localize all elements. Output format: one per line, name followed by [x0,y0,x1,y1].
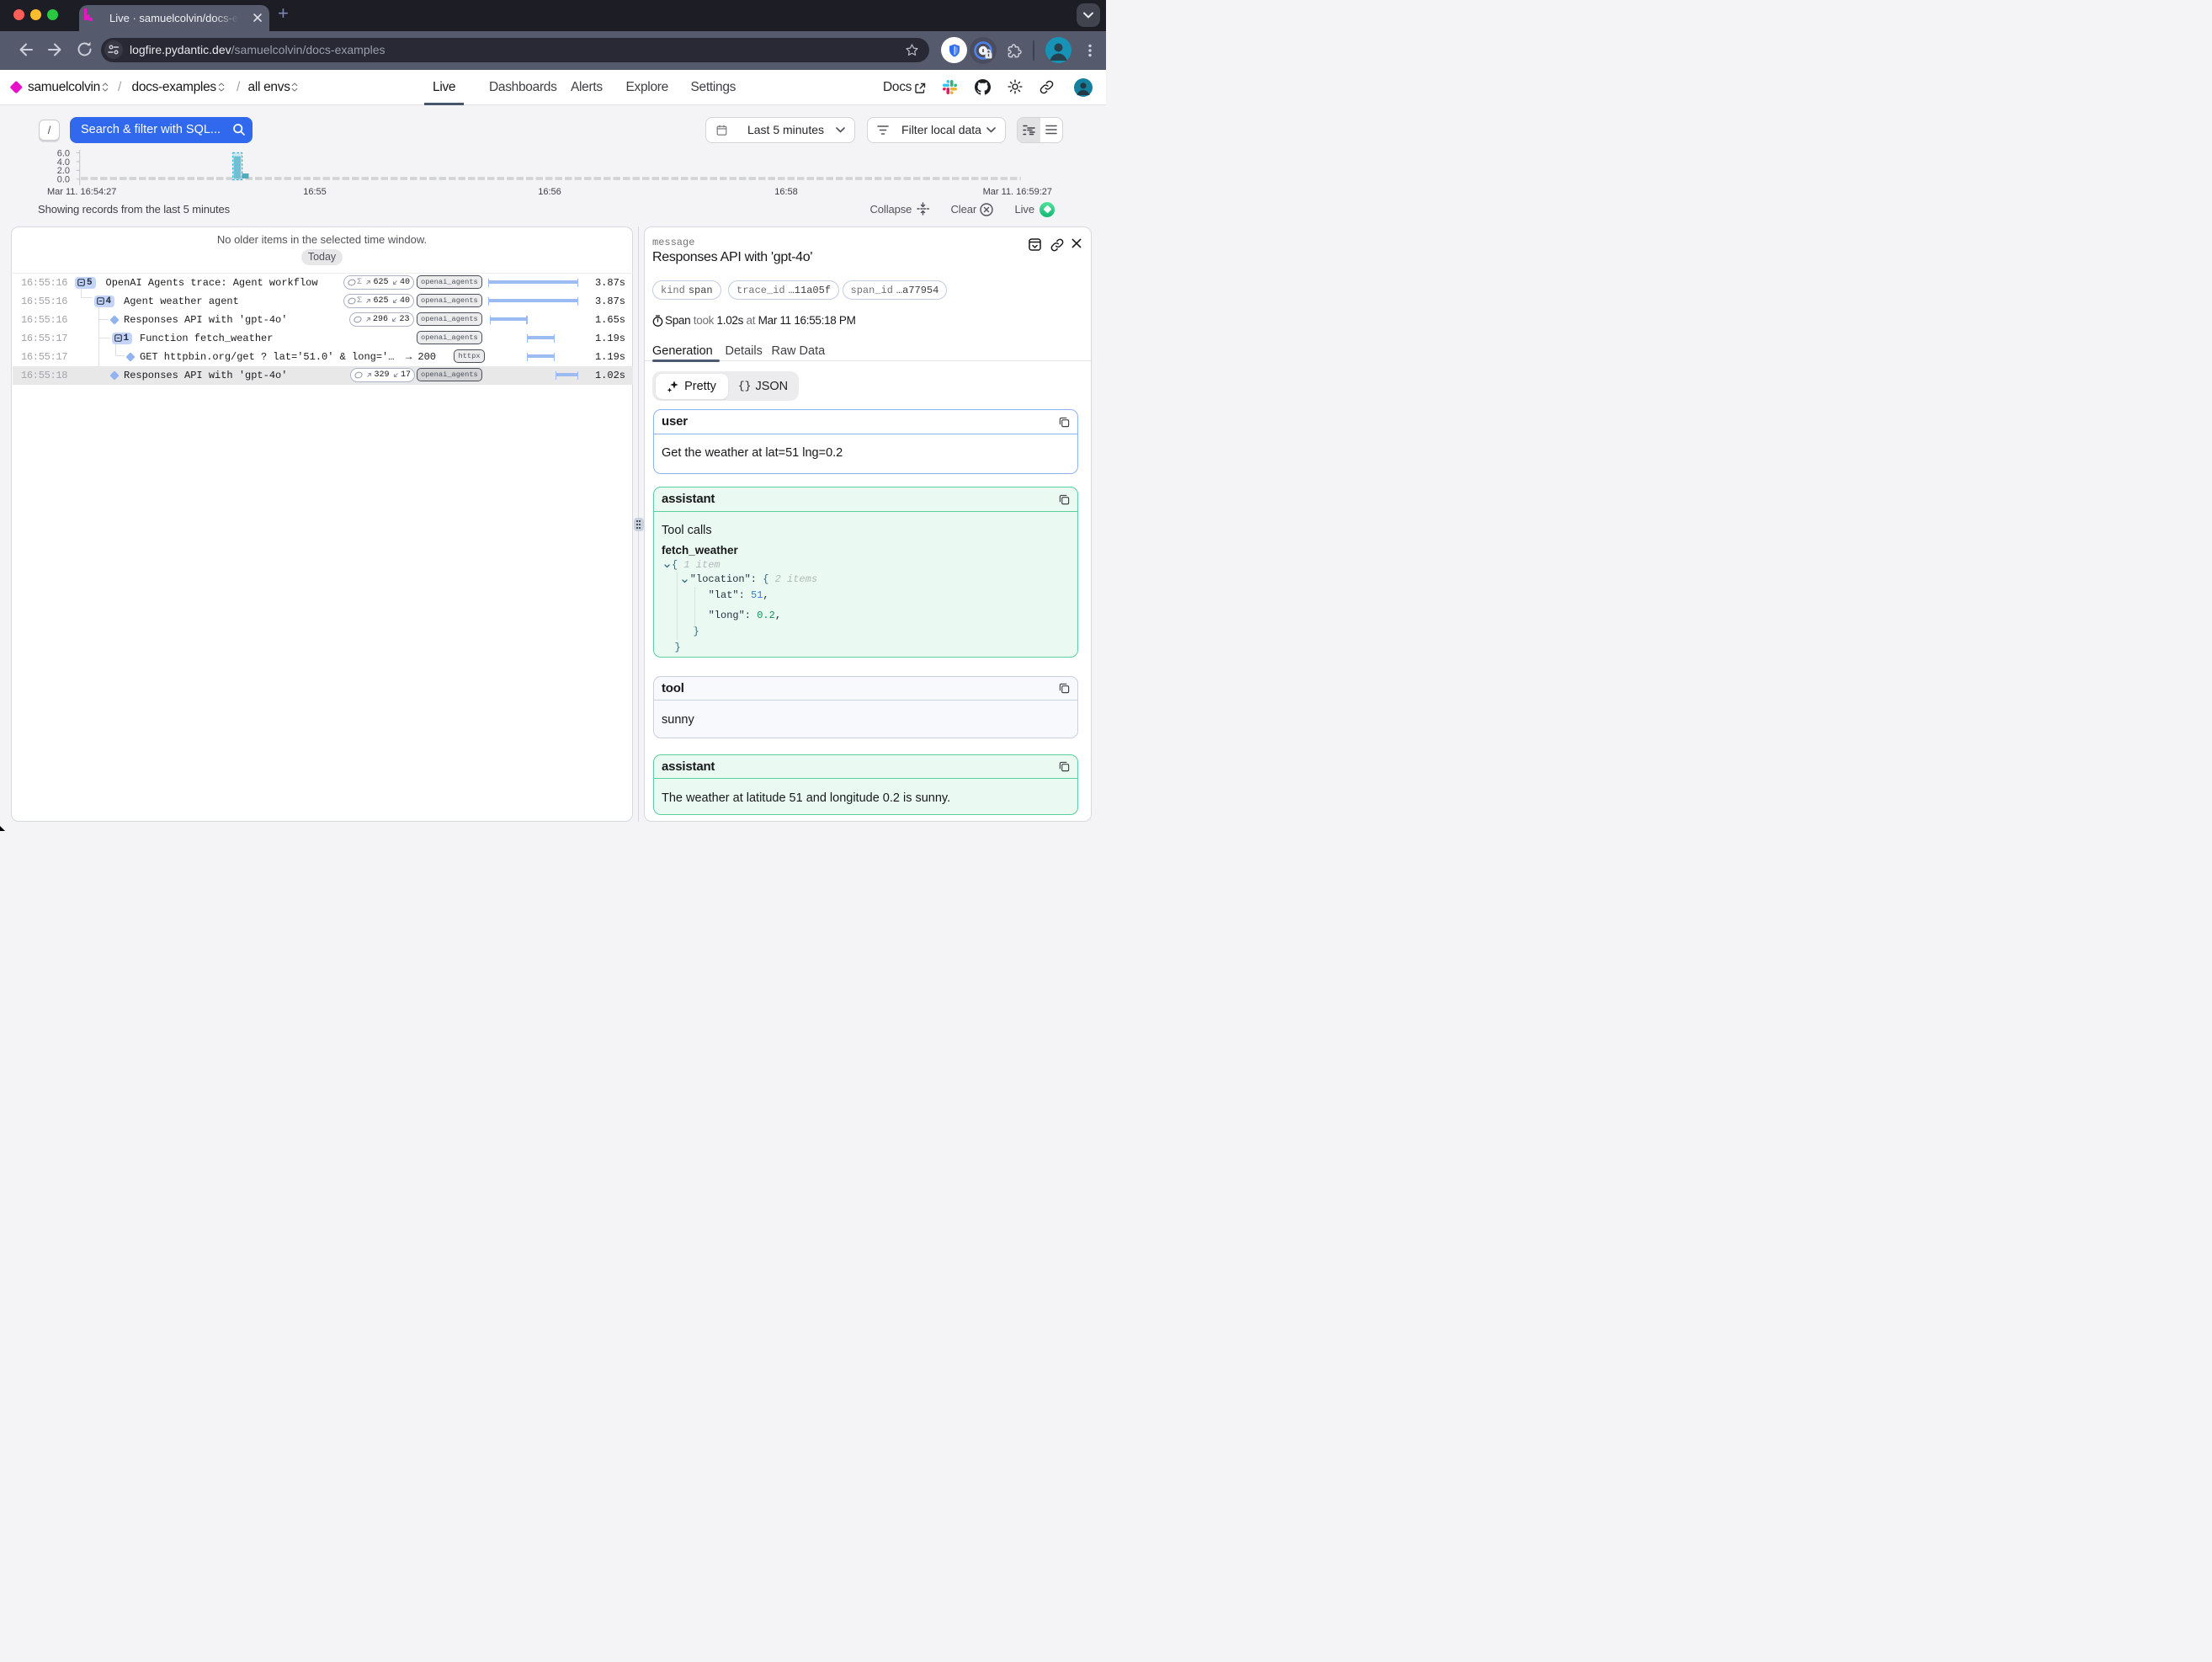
svg-text:Mar 11. 16:54:27: Mar 11. 16:54:27 [47,187,116,197]
svg-text:Mar 11. 16:59:27: Mar 11. 16:59:27 [983,187,1052,197]
svg-text:16:58: 16:58 [774,187,798,197]
svg-text:16:56: 16:56 [538,187,561,197]
svg-text:16:55: 16:55 [303,187,327,197]
svg-text:0.0: 0.0 [57,175,70,185]
